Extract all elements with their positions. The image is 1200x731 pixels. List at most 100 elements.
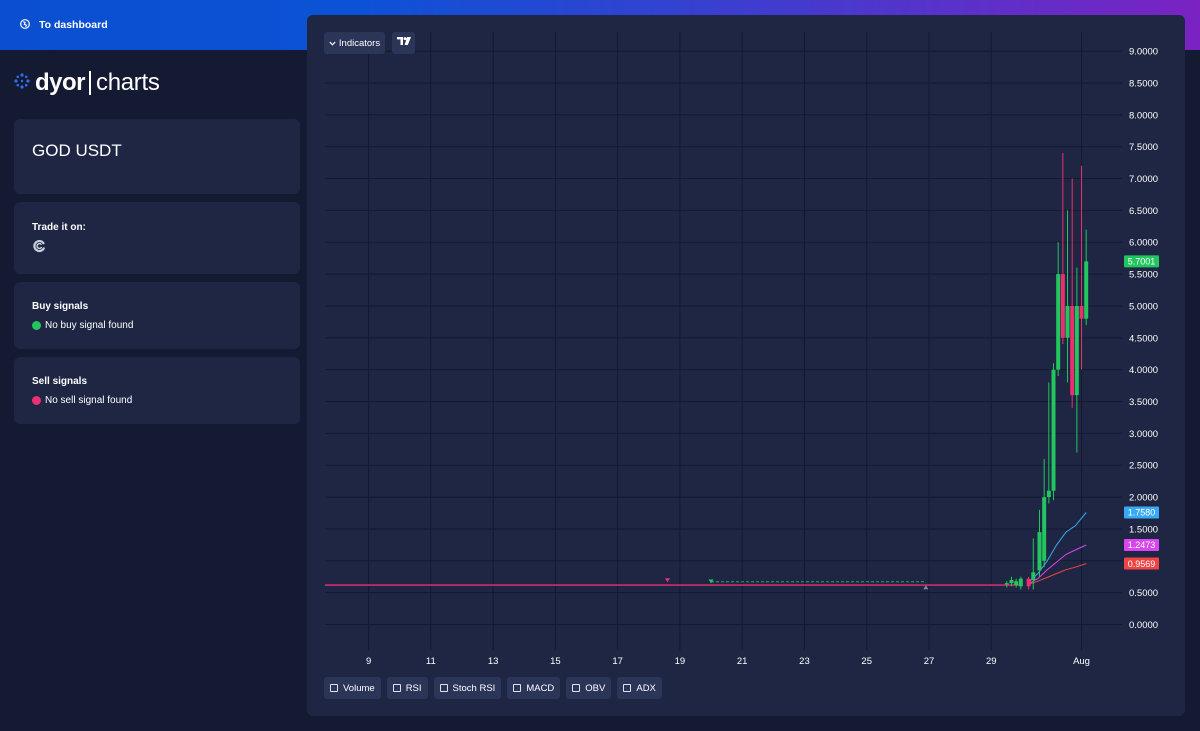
- x-tick-label: 27: [924, 656, 935, 667]
- obv-toggle-label: OBV: [585, 682, 606, 694]
- tradingview-icon: [396, 37, 411, 49]
- y-tick-label: 5.0000: [1129, 301, 1158, 312]
- x-tick-label: 21: [737, 656, 748, 667]
- logo-separator: [89, 71, 92, 95]
- indicators-button[interactable]: Indicators: [324, 32, 385, 54]
- price-tag-label: 1.7580: [1128, 508, 1156, 518]
- y-tick-label: 8.0000: [1129, 110, 1158, 121]
- x-tick-label: 13: [488, 656, 499, 667]
- x-tick-label: Aug: [1073, 656, 1090, 667]
- dots-logo-icon: [13, 72, 31, 95]
- buy-signal-status: No buy signal found: [32, 320, 133, 331]
- stoch-rsi-toggle-label: Stoch RSI: [452, 682, 496, 694]
- candle-body: [1014, 581, 1019, 586]
- checkbox-icon: [513, 684, 522, 692]
- x-tick-label: 19: [675, 656, 686, 667]
- chart-panel: 9.0000 8.5000 8.0000 7.5000 7.0000 6.5000 6.00…: [307, 15, 1185, 716]
- y-tick-label: 1.5000: [1129, 524, 1158, 535]
- volume-toggle-label: Volume: [343, 682, 375, 694]
- checkbox-icon: [439, 684, 448, 692]
- trade-card: Trade it on:: [14, 202, 300, 274]
- signal-marker: [923, 585, 929, 590]
- y-tick-label: 7.0000: [1129, 174, 1158, 185]
- buy-signals-card: Buy signals No buy signal found: [14, 282, 300, 349]
- y-tick-label: 6.5000: [1129, 206, 1158, 217]
- pair-title: GOD USDT: [32, 141, 122, 160]
- candle-body: [1074, 305, 1079, 396]
- y-tick-label: 7.5000: [1129, 142, 1158, 153]
- x-tick-label: 25: [861, 656, 872, 667]
- signal-marker: [664, 578, 670, 583]
- price-chart[interactable]: 9.0000 8.5000 8.0000 7.5000 7.0000 6.5000 6.00…: [307, 15, 1185, 716]
- y-tick-label: 2.5000: [1129, 461, 1158, 472]
- x-tick-label: 29: [986, 656, 997, 667]
- checkbox-icon: [623, 684, 632, 692]
- trade-label: Trade it on:: [32, 222, 86, 233]
- macd-toggle[interactable]: MACD: [507, 677, 561, 699]
- candle-body: [1051, 369, 1056, 491]
- candle-body: [1065, 305, 1070, 338]
- x-tick-label: 17: [612, 656, 623, 667]
- x-tick-label: 15: [550, 656, 561, 667]
- pair-card: GOD USDT: [14, 119, 300, 194]
- checkbox-icon: [572, 684, 581, 692]
- macd-toggle-label: MACD: [526, 682, 555, 694]
- exchange-logo-icon[interactable]: [32, 239, 46, 258]
- x-tick-label: 11: [426, 656, 436, 667]
- rsi-toggle-label: RSI: [405, 682, 422, 694]
- y-tick-label: 4.0000: [1129, 365, 1158, 376]
- y-tick-label: 4.5000: [1129, 333, 1158, 344]
- candle-body: [1037, 532, 1042, 571]
- globe-icon: [20, 18, 30, 32]
- red-status-dot-icon: [32, 396, 41, 405]
- sell-signal-status: No sell signal found: [32, 395, 132, 406]
- obv-toggle[interactable]: OBV: [566, 677, 612, 699]
- candle-body: [1004, 583, 1009, 585]
- price-tag-label: 0.9569: [1128, 559, 1156, 569]
- candle-body: [1009, 579, 1014, 584]
- logo-word-dyor: dyor: [35, 69, 86, 96]
- checkbox-icon: [392, 684, 401, 692]
- rsi-toggle[interactable]: RSI: [386, 677, 428, 699]
- candle-body: [1060, 274, 1065, 338]
- buy-signals-label: Buy signals: [32, 301, 89, 312]
- adx-toggle-label: ADX: [636, 682, 656, 694]
- indicators-label: Indicators: [338, 37, 381, 49]
- x-tick-label: 23: [799, 656, 810, 667]
- adx-toggle[interactable]: ADX: [617, 677, 662, 699]
- candle-body: [1056, 274, 1061, 370]
- candle-body: [1018, 578, 1023, 587]
- sell-signals-label: Sell signals: [32, 376, 88, 387]
- logo-word-charts: charts: [96, 69, 160, 96]
- candle-body: [1026, 578, 1031, 587]
- candle-body: [1031, 572, 1036, 580]
- chevron-down-icon: [329, 38, 336, 49]
- price-tag-label: 5.7001: [1128, 257, 1156, 267]
- candle-body: [1046, 490, 1051, 498]
- volume-toggle[interactable]: Volume: [324, 677, 381, 699]
- y-tick-label: 8.5000: [1129, 78, 1158, 89]
- sell-signals-card: Sell signals No sell signal found: [14, 357, 300, 424]
- sell-signal-text: No sell signal found: [45, 395, 133, 406]
- y-tick-label: 0.0000: [1129, 620, 1158, 631]
- y-tick-label: 6.0000: [1129, 238, 1158, 249]
- y-tick-label: 5.5000: [1129, 270, 1158, 281]
- stoch-rsi-toggle[interactable]: Stoch RSI: [433, 677, 502, 699]
- ma-mid-line: [1028, 544, 1087, 585]
- y-tick-label: 0.5000: [1129, 588, 1158, 599]
- y-tick-label: 2.0000: [1129, 493, 1158, 504]
- green-status-dot-icon: [32, 321, 41, 330]
- tradingview-button[interactable]: [392, 32, 415, 54]
- checkbox-icon: [330, 684, 338, 692]
- buy-signal-text: No buy signal found: [45, 320, 134, 331]
- y-tick-label: 3.5000: [1129, 397, 1158, 408]
- price-tag-label: 1.2473: [1128, 540, 1156, 550]
- to-dashboard-link[interactable]: To dashboard: [20, 17, 108, 33]
- indicator-toggles: Volume RSI Stoch RSI MACD OBV ADX: [324, 677, 662, 699]
- candle-body: [1042, 497, 1047, 561]
- dyor-charts-logo[interactable]: dyor charts: [13, 68, 160, 98]
- y-tick-label: 3.0000: [1129, 429, 1158, 440]
- x-tick-label: 9: [366, 656, 371, 667]
- to-dashboard-label: To dashboard: [39, 19, 108, 31]
- candle-body: [1070, 305, 1075, 396]
